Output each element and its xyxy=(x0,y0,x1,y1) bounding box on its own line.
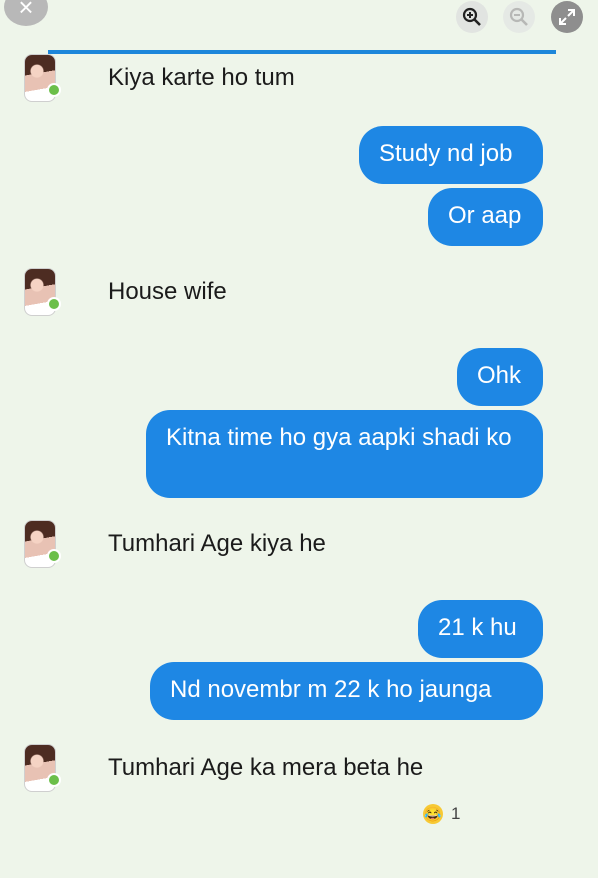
avatar[interactable] xyxy=(24,744,61,792)
online-status-dot xyxy=(47,549,61,563)
sent-message-bubble: Or aap xyxy=(428,188,543,246)
avatar[interactable] xyxy=(24,520,61,568)
zoom-out-button[interactable] xyxy=(503,1,535,33)
received-message: Tumhari Age kiya he xyxy=(24,520,326,568)
avatar[interactable] xyxy=(24,268,61,316)
message-text: Study nd job xyxy=(379,140,513,167)
zoom-in-button[interactable] xyxy=(456,1,488,33)
received-message: Kiya karte ho tum xyxy=(24,54,295,102)
zoom-in-icon xyxy=(462,7,481,26)
message-text: Ohk xyxy=(477,362,522,389)
online-status-dot xyxy=(47,83,61,97)
message-reaction[interactable]: 😂 1 xyxy=(423,804,460,824)
message-text: Kiya karte ho tum xyxy=(108,64,295,91)
online-status-dot xyxy=(47,773,61,787)
close-icon: × xyxy=(18,0,34,22)
message-text: Or aap xyxy=(448,202,522,229)
sent-message-bubble: Study nd job xyxy=(359,126,543,184)
message-text: 21 k hu xyxy=(438,614,517,641)
close-button[interactable]: × xyxy=(4,0,48,26)
sent-message-bubble: Kitna time ho gya aapki shadi ko xyxy=(146,410,543,498)
online-status-dot xyxy=(47,297,61,311)
chat-conversation: Kiya karte ho tum Study nd job Or aap Ho… xyxy=(0,54,598,878)
expand-button[interactable] xyxy=(551,1,583,33)
message-text: Tumhari Age kiya he xyxy=(108,530,326,557)
viewer-toolbar: × xyxy=(0,0,598,40)
avatar[interactable] xyxy=(24,54,61,102)
sent-message-bubble: 21 k hu xyxy=(418,600,543,658)
zoom-out-icon xyxy=(509,7,528,26)
received-message: House wife xyxy=(24,268,227,316)
expand-icon xyxy=(559,9,575,25)
received-message: Tumhari Age ka mera beta he xyxy=(24,744,423,792)
sent-message-bubble: Nd novembr m 22 k ho jaunga xyxy=(150,662,543,720)
reaction-count: 1 xyxy=(451,804,461,823)
sent-message-bubble: Ohk xyxy=(457,348,543,406)
message-text: Tumhari Age ka mera beta he xyxy=(108,754,424,781)
message-text: Kitna time ho gya aapki shadi ko xyxy=(166,424,512,451)
laughing-emoji-icon: 😂 xyxy=(423,804,443,824)
message-text: House wife xyxy=(108,278,227,305)
message-text: Nd novembr m 22 k ho jaunga xyxy=(170,676,492,703)
